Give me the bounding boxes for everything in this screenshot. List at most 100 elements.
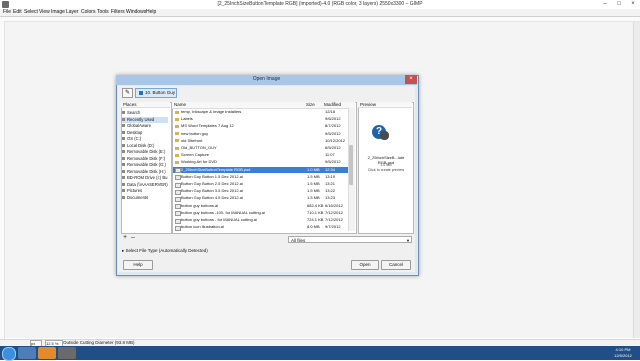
dialog-close-button[interactable]: ×: [405, 75, 417, 84]
file-modified: 13:21: [325, 181, 336, 186]
folder-icon: [175, 146, 179, 150]
place-item[interactable]: BD-ROM Drive (I:) Bu: [122, 175, 168, 181]
maximize-button[interactable]: □: [612, 0, 626, 9]
help-button[interactable]: Help: [123, 260, 153, 270]
file-size: 724.1 KB: [307, 217, 324, 222]
file-name: button guy buttons - for MANUAL cutting.…: [181, 217, 257, 222]
explorer-taskbar-icon[interactable]: [18, 347, 36, 359]
remove-place-button[interactable]: –: [131, 234, 135, 241]
file-modified: 9/7/2012: [325, 224, 341, 230]
menu-bar: File Edit Select View Image Layer Colors…: [0, 9, 640, 17]
place-icon: [122, 169, 125, 173]
file-row[interactable]: Button Guy Button 3.5 Dec 2012.ai 1.5 MB 1…: [173, 188, 349, 195]
file-size: 1.5 MB: [307, 173, 320, 179]
menu-filters[interactable]: Filters: [111, 9, 125, 16]
firefox-taskbar-icon[interactable]: [38, 347, 56, 359]
place-item[interactable]: OS (C:): [122, 136, 168, 142]
file-row[interactable]: Old_BUTTON_GUY 6/5/2012: [173, 145, 349, 151]
place-icon: [122, 117, 125, 121]
column-size[interactable]: Size: [306, 102, 315, 108]
close-window-button[interactable]: ×: [626, 0, 640, 9]
menu-edit[interactable]: Edit: [13, 9, 22, 16]
minimize-button[interactable]: –: [598, 0, 612, 9]
file-name: new button guy: [181, 130, 209, 136]
place-label: GlobalAware: [127, 123, 151, 128]
file-size: 710.1 KB: [307, 209, 324, 215]
place-label: OS (C:): [127, 136, 142, 141]
clock[interactable]: 4:10 PM 12/5/2012: [608, 347, 638, 359]
menu-colors[interactable]: Colors: [81, 9, 95, 16]
add-place-button[interactable]: +: [123, 234, 127, 241]
place-item[interactable]: Data (\\AAASERVER): [122, 182, 168, 188]
file-modified: 9/5/2012: [325, 130, 341, 136]
file-name: Labels: [181, 116, 193, 122]
place-item[interactable]: Removable Disk (G:): [122, 162, 168, 168]
file-row[interactable]: Labels 9/6/2012: [173, 116, 349, 122]
place-item[interactable]: Removable Disk (E:): [122, 149, 168, 155]
file-row[interactable]: Button Guy Button 1.5 Dec 2012.ai 1.5 MB 1…: [173, 173, 349, 181]
menu-select[interactable]: Select: [24, 9, 38, 16]
place-item[interactable]: Local Disk (D:): [122, 143, 168, 149]
menu-tools[interactable]: Tools: [97, 9, 109, 16]
place-item[interactable]: Removable Disk (F:): [122, 156, 168, 162]
place-item[interactable]: GlobalAware: [122, 123, 168, 129]
folder-icon: [175, 124, 179, 128]
file-name: button guy buttons -100- for MANUAL cutt…: [181, 209, 265, 215]
file-type-select[interactable]: All files ▼: [288, 236, 412, 243]
file-row[interactable]: button icon illustration.ai 8.0 MB 9/7/201…: [173, 224, 349, 231]
file-modified: 9/5/2012: [325, 159, 341, 165]
canvas-scrollbar[interactable]: [633, 22, 640, 338]
place-icon: [122, 111, 125, 115]
file-row[interactable]: button guy buttons - for MANUAL cutting.…: [173, 217, 349, 224]
place-label: Search: [127, 110, 141, 115]
menu-windows[interactable]: Windows: [126, 9, 146, 16]
file-size: 682.4 KB: [307, 202, 324, 208]
file-row[interactable]: Working Art for DVD 9/5/2012: [173, 159, 349, 165]
place-icon: [122, 195, 125, 199]
file-type-expander[interactable]: ▸ Select File Type (Automatically Detect…: [122, 248, 208, 254]
column-name[interactable]: Name: [174, 102, 186, 108]
open-button[interactable]: Open: [351, 260, 379, 270]
scrollbar-thumb[interactable]: [349, 145, 353, 185]
menu-file[interactable]: File: [3, 9, 11, 16]
folder-icon: [139, 90, 143, 95]
place-item[interactable]: Desktop: [122, 130, 168, 136]
place-label: Documents: [127, 194, 149, 200]
file-row[interactable]: new button guy 9/5/2012: [173, 131, 349, 137]
cancel-button[interactable]: Cancel: [381, 260, 411, 270]
folder-icon: [175, 160, 179, 164]
place-item[interactable]: Pictures: [122, 188, 168, 194]
place-item[interactable]: Search: [122, 110, 168, 116]
file-row[interactable]: old Sitefront 10/12/2012: [173, 138, 349, 144]
place-icon: [122, 156, 125, 160]
file-name: old Sitefront: [181, 137, 203, 143]
place-icon: [122, 150, 125, 154]
menu-view[interactable]: View: [39, 9, 50, 16]
menu-layer[interactable]: Layer: [66, 9, 79, 16]
place-label: BD-ROM Drive (I:) Bu: [127, 175, 168, 180]
pencil-icon[interactable]: ✎: [122, 88, 133, 98]
place-item[interactable]: Documents: [122, 195, 168, 201]
menu-help[interactable]: Help: [146, 9, 156, 16]
file-row[interactable]: 2_25InchSizeButtonTemplate RGB.psd 1.0 MB…: [173, 166, 349, 174]
file-modified: 13:22: [325, 188, 336, 194]
file-row[interactable]: button guy buttons.ai 682.4 KB 6/16/2012: [173, 202, 349, 210]
menu-image[interactable]: Image: [51, 9, 65, 16]
place-icon: [122, 124, 125, 128]
file-row[interactable]: Screen Capture 11:07: [173, 152, 349, 158]
place-item[interactable]: Removable Disk (H:): [122, 169, 168, 175]
file-row[interactable]: Button Guy Button 4.5 Dec 2012.ai 1.5 MB 1…: [173, 195, 349, 202]
places-header[interactable]: Places: [121, 102, 170, 108]
file-row[interactable]: MS Word Templates 7 Aug 12 8/7/2012: [173, 123, 349, 129]
column-modified[interactable]: Modified: [324, 102, 341, 108]
gimp-taskbar-icon[interactable]: [58, 347, 76, 359]
place-icon: [122, 189, 125, 193]
preview-info[interactable]: 1.0 MB Click to create preview: [360, 163, 412, 172]
path-breadcrumb[interactable]: 10. Button Guy: [135, 88, 177, 98]
file-modified: 7/12/2012: [325, 209, 343, 215]
place-item[interactable]: Recently Used: [122, 116, 168, 123]
file-row[interactable]: button guy buttons -100- for MANUAL cutt…: [173, 209, 349, 217]
file-row[interactable]: Button Guy Button 2.5 Dec 2012.ai 1.5 MB 1…: [173, 181, 349, 188]
file-row[interactable]: temp, Inkscape & Image Installers 12/18: [173, 109, 349, 115]
start-button[interactable]: [2, 347, 16, 361]
